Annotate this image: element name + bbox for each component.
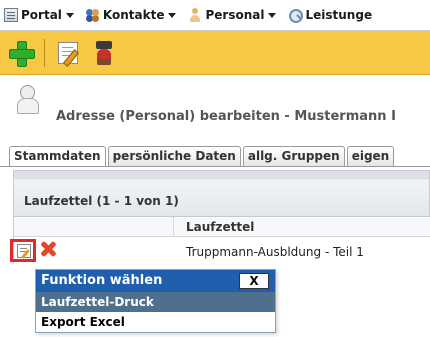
main-menubar: Portal Kontakte Personal Leistunge (0, 0, 430, 31)
toolbar-divider (44, 38, 45, 67)
tab-persoenliche-daten[interactable]: persönliche Daten (107, 146, 241, 166)
popup-title: Funktion wählen (41, 273, 163, 288)
services-icon (288, 8, 304, 23)
row-laufzettel-cell: Truppmann-Ausbldung - Teil 1 (186, 245, 364, 259)
row-delete-icon[interactable] (40, 241, 56, 257)
menu-kontakte[interactable]: Kontakte (85, 8, 177, 22)
add-button[interactable] (6, 38, 36, 68)
page-title: Adresse (Personal) bearbeiten - Musterma… (56, 109, 396, 124)
grid-column-header-laufzettel[interactable]: Laufzettel (174, 217, 430, 236)
edit-button[interactable] (53, 38, 83, 68)
tab-eigen[interactable]: eigen (346, 146, 395, 166)
page-header: Adresse (Personal) bearbeiten - Musterma… (0, 75, 430, 135)
row-edit-icon[interactable] (17, 244, 31, 258)
menu-kontakte-label: Kontakte (102, 8, 165, 22)
menu-leistungen[interactable]: Leistunge (288, 8, 373, 23)
menu-portal[interactable]: Portal (4, 8, 74, 22)
menu-leistungen-label: Leistunge (305, 8, 373, 22)
tab-bar: Stammdaten persönliche Daten allg. Grupp… (0, 145, 430, 167)
table-row[interactable]: Truppmann-Ausbldung - Teil 1 (10, 237, 430, 263)
chevron-down-icon (168, 12, 177, 18)
firefighter-button[interactable] (89, 38, 119, 68)
edit-icon (58, 41, 78, 64)
row-actions-cell (10, 237, 174, 263)
grid-header-row: Laufzettel (13, 217, 430, 237)
menu-portal-label: Portal (21, 8, 62, 22)
menu-personal[interactable]: Personal (188, 8, 277, 22)
chevron-down-icon (65, 12, 74, 18)
portal-icon (4, 8, 18, 22)
add-icon (9, 40, 35, 67)
firefighter-icon (93, 40, 115, 65)
grid-title: Laufzettel (1 - 1 von 1) (13, 179, 430, 217)
grid-actions-header (14, 217, 174, 236)
popup-header: Funktion wählen X (36, 270, 275, 292)
menu-item-export-excel[interactable]: Export Excel (36, 312, 275, 332)
action-toolbar (0, 31, 430, 75)
function-popup-menu: Funktion wählen X Laufzettel-Druck Expor… (35, 269, 276, 333)
laufzettel-grid: Laufzettel (1 - 1 von 1) Laufzettel Trup… (10, 170, 430, 270)
menu-item-laufzettel-druck[interactable]: Laufzettel-Druck (36, 292, 275, 312)
person-icon (16, 85, 39, 115)
chevron-down-icon (268, 12, 277, 18)
contacts-icon (85, 8, 100, 22)
tab-stammdaten[interactable]: Stammdaten (9, 146, 106, 166)
grid-top-band (13, 170, 430, 179)
menu-personal-label: Personal (205, 8, 265, 22)
popup-close-button[interactable]: X (239, 273, 269, 289)
personal-icon (188, 8, 202, 22)
tab-allg-gruppen[interactable]: allg. Gruppen (242, 146, 345, 166)
